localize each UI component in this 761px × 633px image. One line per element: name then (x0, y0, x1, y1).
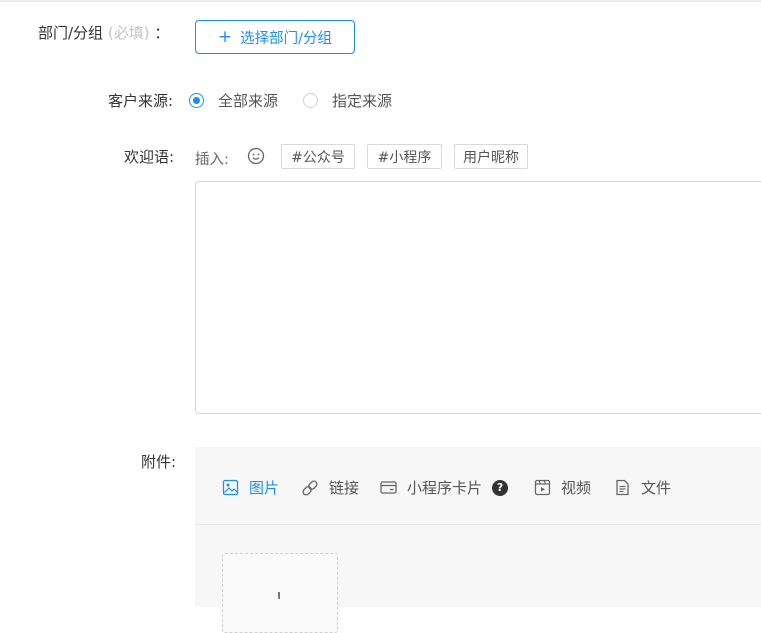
radio-specified-sources[interactable]: 指定来源 (303, 90, 392, 111)
attach-tab-link-label: 链接 (329, 479, 360, 497)
department-row-label: 部门/分组 (必填) ： (38, 22, 169, 43)
radio-all-sources-circle[interactable] (189, 93, 204, 108)
video-icon (534, 479, 551, 496)
insert-tag-mini-program[interactable]: #小程序 (367, 144, 442, 169)
radio-specified-sources-circle[interactable] (303, 93, 318, 108)
insert-tag-official-account[interactable]: #公众号 (281, 144, 355, 169)
attach-tab-mini-program-card-label: 小程序卡片 (407, 479, 483, 497)
department-label: 部门/分组 (38, 24, 104, 42)
attach-tab-image[interactable]: 图片 (222, 477, 279, 498)
radio-all-sources-label: 全部来源 (218, 92, 279, 110)
image-upload-box[interactable] (222, 553, 338, 633)
department-colon: ： (154, 24, 170, 42)
link-icon (302, 479, 318, 496)
required-hint: (必填) (107, 24, 150, 42)
select-department-button[interactable]: + 选择部门/分组 (195, 20, 355, 54)
insert-label: 插入: (195, 152, 229, 168)
help-icon[interactable]: ? (492, 479, 509, 496)
insert-tag-nickname[interactable]: 用户昵称 (454, 144, 528, 169)
emoji-icon[interactable] (247, 147, 265, 165)
file-icon (616, 479, 629, 496)
customer-source-label: 客户来源: (108, 92, 174, 110)
welcome-label: 欢迎语: (124, 148, 175, 166)
radio-specified-sources-label: 指定来源 (332, 92, 393, 110)
top-divider (0, 0, 761, 2)
attach-tab-image-label: 图片 (249, 479, 280, 497)
attachments-divider (195, 524, 761, 525)
card-icon (380, 481, 397, 494)
attach-tab-mini-program-card[interactable]: 小程序卡片 ? (380, 477, 509, 498)
select-department-label: 选择部门/分组 (240, 30, 333, 47)
attach-tab-file-label: 文件 (641, 479, 672, 497)
plus-icon: + (217, 26, 233, 47)
attach-tab-video[interactable]: 视频 (534, 477, 591, 498)
welcome-textarea[interactable] (195, 181, 761, 414)
upload-plus-icon (278, 592, 280, 599)
image-icon (222, 479, 239, 496)
attach-tab-file[interactable]: 文件 (614, 477, 671, 498)
radio-all-sources[interactable]: 全部来源 (189, 90, 278, 111)
attach-tab-link[interactable]: 链接 (301, 477, 359, 498)
attachments-label: 附件: (141, 453, 177, 471)
attach-tab-video-label: 视频 (561, 479, 592, 497)
